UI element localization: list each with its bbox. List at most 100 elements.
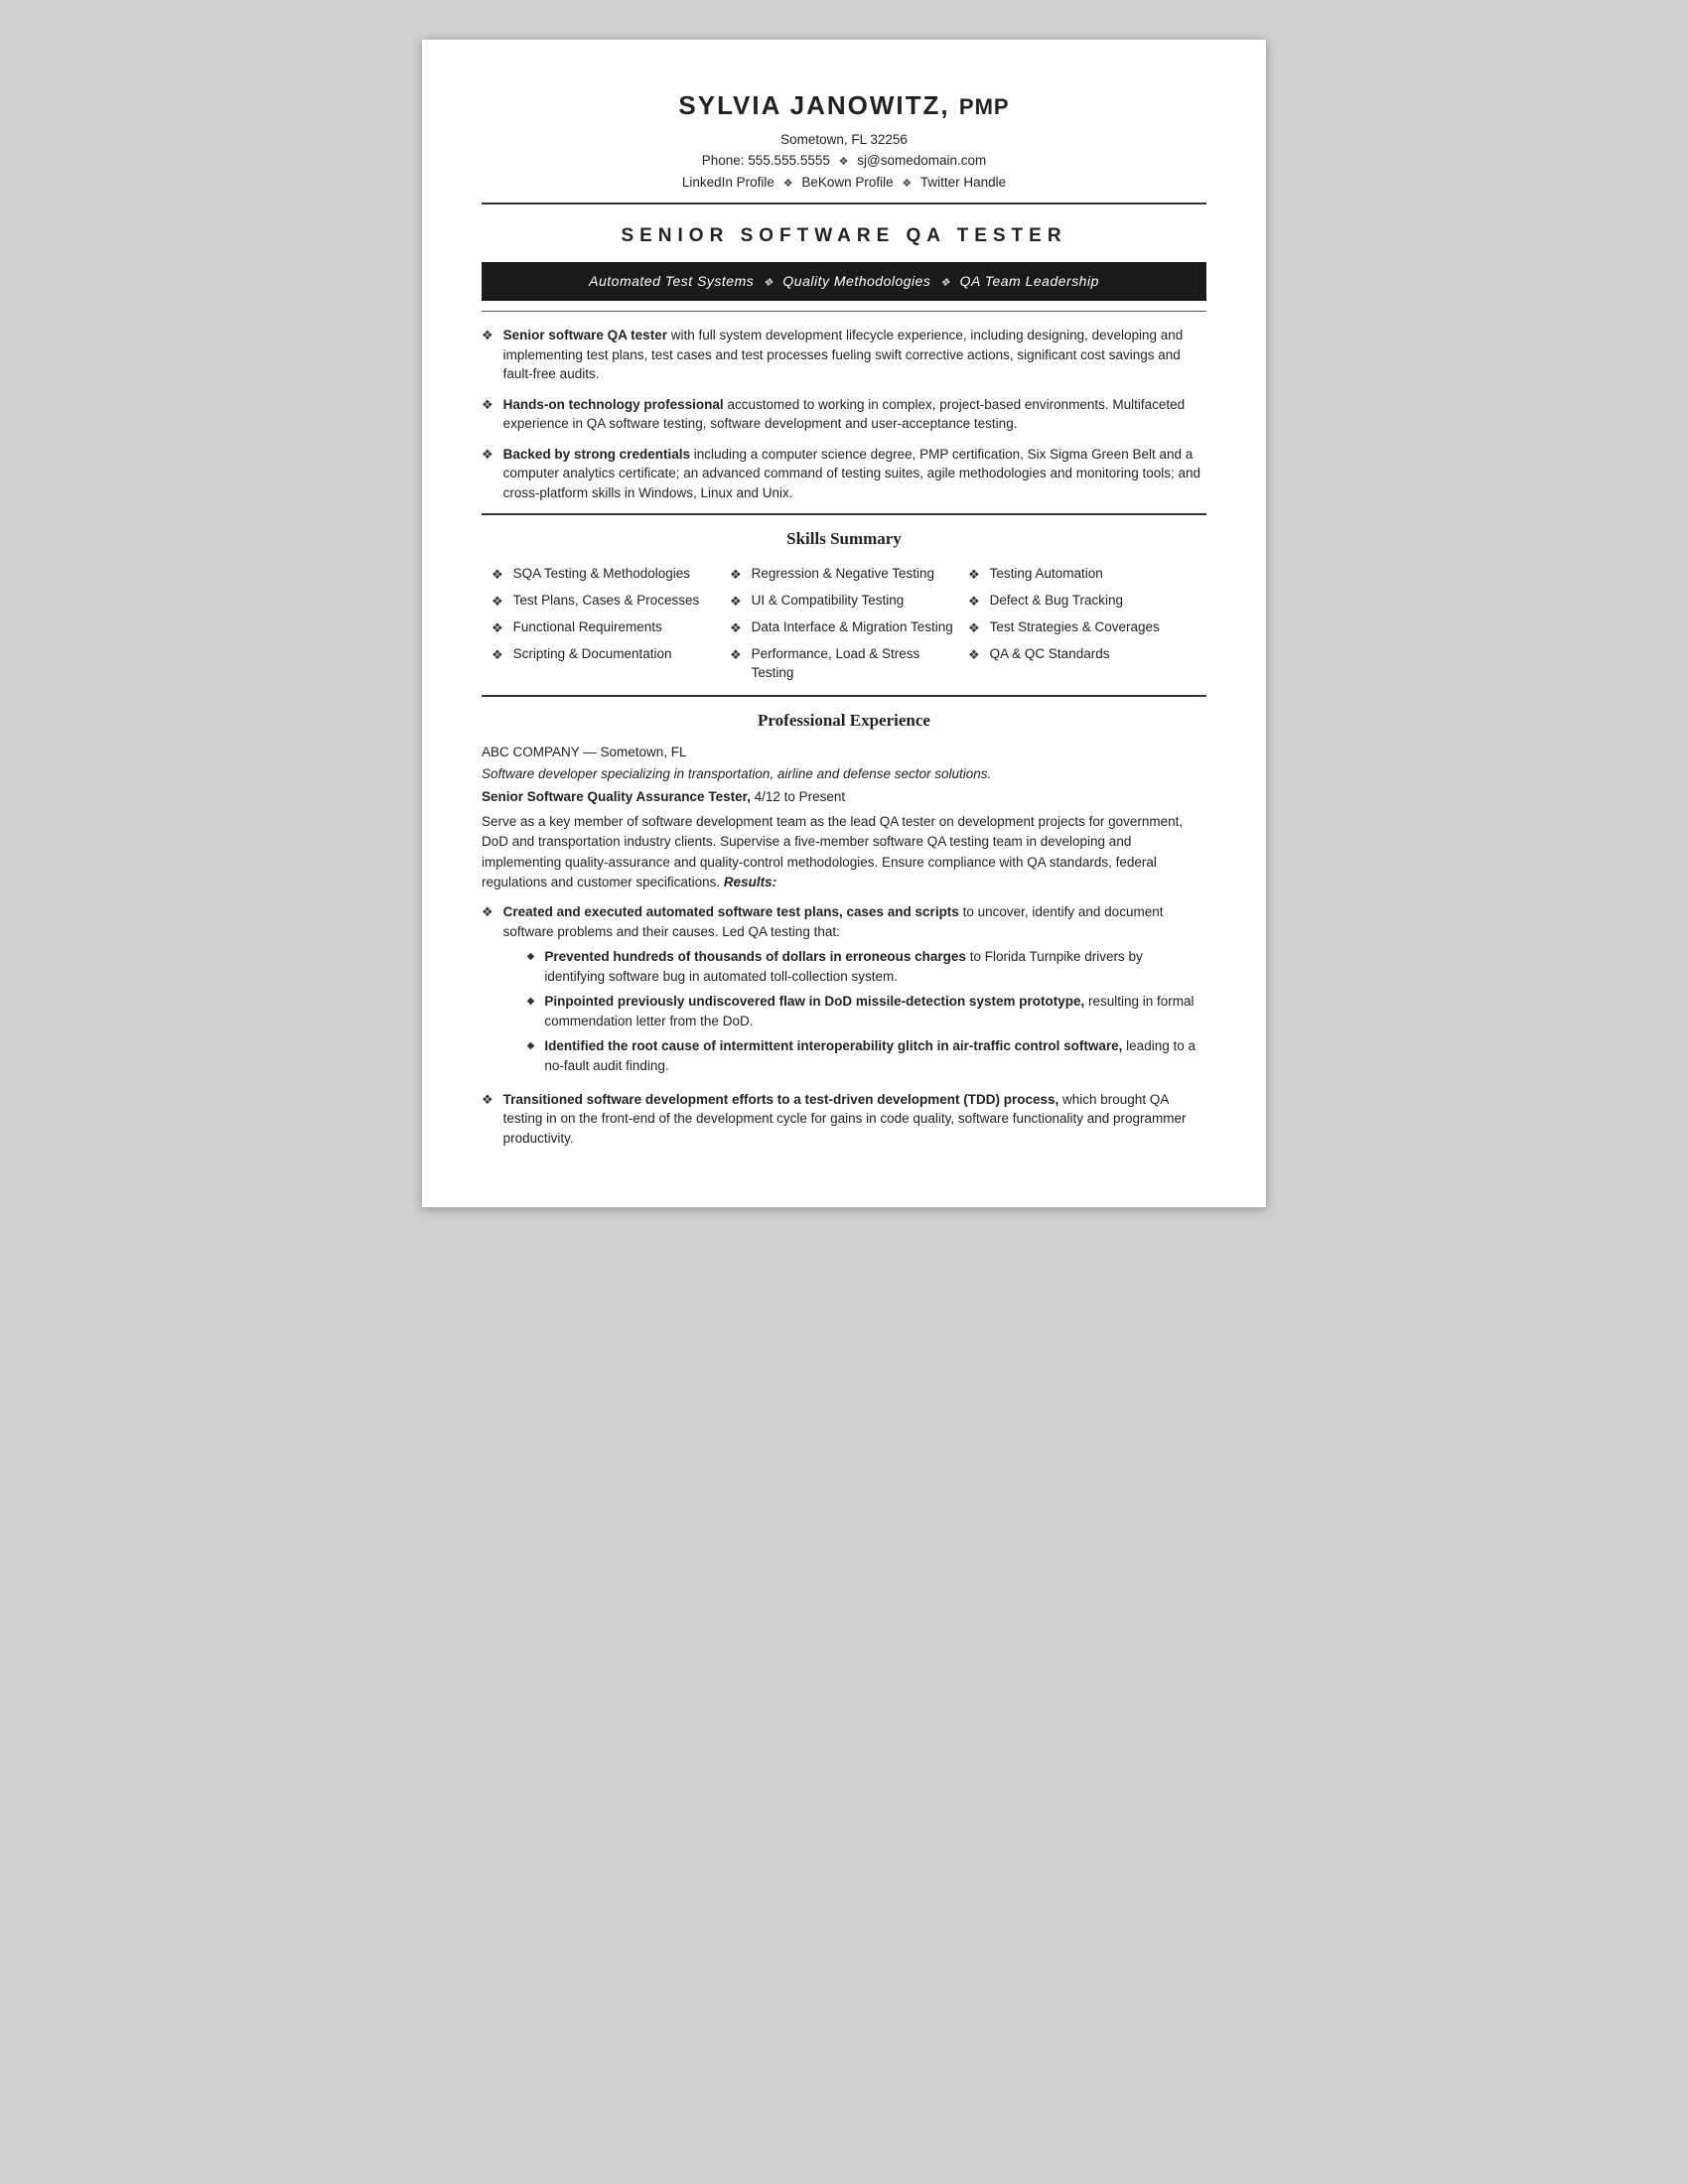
diamond-1: ❖	[839, 154, 849, 172]
diamond-3: ❖	[902, 176, 912, 194]
skill-2-2: ❖ UI & Compatibility Testing	[730, 591, 958, 612]
job-title-line: Senior Software Quality Assurance Tester…	[482, 787, 1206, 807]
sub-diamond-1-2: ◆	[527, 995, 535, 1010]
diamond-2: ❖	[783, 176, 793, 194]
city: Sometown, FL 32256	[780, 132, 908, 147]
skill-2-4: ❖ Performance, Load & Stress Testing	[730, 644, 958, 683]
banner-diamond-2: ❖	[940, 276, 950, 292]
sub-bullet-1-2-bold: Pinpointed previously undiscovered flaw …	[544, 994, 1084, 1009]
skill-label-1-3: Functional Requirements	[513, 617, 662, 637]
exp-bullet-1-text: Created and executed automated software …	[503, 902, 1206, 941]
links-line: LinkedIn Profile ❖ BeKown Profile ❖ Twit…	[482, 172, 1206, 194]
phone-number: 555.555.5555	[748, 153, 830, 168]
exp-bullets: ❖ Created and executed automated softwar…	[482, 902, 1206, 1148]
job-title-heading: SENIOR SOFTWARE QA TESTER	[482, 222, 1206, 250]
sub-bullet-1-1-bold: Prevented hundreds of thousands of dolla…	[544, 949, 966, 964]
summary-text-2: Hands-on technology professional accusto…	[503, 395, 1206, 434]
experience-section: Professional Experience ABC COMPANY — So…	[482, 709, 1206, 1149]
skill-label-1-1: SQA Testing & Methodologies	[513, 564, 690, 584]
exp-bullet-1-content: Created and executed automated software …	[503, 902, 1206, 1082]
skill-label-2-3: Data Interface & Migration Testing	[752, 617, 953, 637]
skill-diamond-1-2: ❖	[492, 593, 503, 612]
banner-divider	[482, 311, 1206, 312]
job-title-block: SENIOR SOFTWARE QA TESTER	[482, 214, 1206, 256]
skill-diamond-2-2: ❖	[730, 593, 742, 612]
skill-3-2: ❖ Defect & Bug Tracking	[968, 591, 1196, 612]
sub-bullet-1-2-content: Pinpointed previously undiscovered flaw …	[544, 992, 1206, 1030]
skill-diamond-2-4: ❖	[730, 646, 742, 665]
skill-diamond-3-4: ❖	[968, 646, 980, 665]
skill-label-3-3: Test Strategies & Coverages	[990, 617, 1160, 637]
company-text: ABC COMPANY — Sometown, FL	[482, 745, 687, 759]
job-description: Serve as a key member of software develo…	[482, 812, 1206, 892]
sub-bullet-1-3-content: Identified the root cause of intermitten…	[544, 1036, 1206, 1075]
skill-diamond-3-1: ❖	[968, 566, 980, 585]
exp-bullet-1-bold: Created and executed automated software …	[503, 904, 959, 919]
exp-bullet-2-bold: Transitioned software development effort…	[503, 1092, 1059, 1107]
skill-label-3-4: QA & QC Standards	[990, 644, 1110, 664]
summary-section: ❖ Senior software QA tester with full sy…	[482, 326, 1206, 503]
experience-heading: Professional Experience	[482, 709, 1206, 734]
skill-3-3: ❖ Test Strategies & Coverages	[968, 617, 1196, 638]
job-title-bold: Senior Software Quality Assurance Tester…	[482, 789, 751, 804]
skill-diamond-1-3: ❖	[492, 619, 503, 638]
summary-diamond-3: ❖	[482, 446, 493, 465]
contact-info: Sometown, FL 32256 Phone: 555.555.5555 ❖…	[482, 129, 1206, 194]
sub-bullets-1: ◆ Prevented hundreds of thousands of dol…	[527, 947, 1206, 1075]
skill-1-2: ❖ Test Plans, Cases & Processes	[492, 591, 720, 612]
banner-item-1: Automated Test Systems	[589, 273, 754, 289]
summary-bullet-3: ❖ Backed by strong credentials including…	[482, 445, 1206, 503]
sub-bullet-1-2: ◆ Pinpointed previously undiscovered fla…	[527, 992, 1206, 1030]
skill-diamond-3-3: ❖	[968, 619, 980, 638]
header-divider-top	[482, 203, 1206, 205]
sub-bullet-1-3: ◆ Identified the root cause of intermitt…	[527, 1036, 1206, 1075]
skill-label-3-1: Testing Automation	[990, 564, 1103, 584]
city-line: Sometown, FL 32256	[482, 129, 1206, 151]
summary-diamond-2: ❖	[482, 396, 493, 415]
summary-bullet-1: ❖ Senior software QA tester with full sy…	[482, 326, 1206, 384]
phone-line: Phone: 555.555.5555 ❖ sj@somedomain.com	[482, 150, 1206, 172]
beknown-link[interactable]: BeKown Profile	[801, 175, 893, 190]
skill-1-3: ❖ Functional Requirements	[492, 617, 720, 638]
twitter-link[interactable]: Twitter Handle	[920, 175, 1006, 190]
banner-item-3: QA Team Leadership	[960, 273, 1099, 289]
resume-page: SYLVIA JANOWITZ, PMP Sometown, FL 32256 …	[422, 40, 1266, 1207]
skills-divider	[482, 695, 1206, 697]
sub-diamond-1-1: ◆	[527, 950, 535, 965]
email: sj@somedomain.com	[857, 153, 986, 168]
exp-bullet-2: ❖ Transitioned software development effo…	[482, 1090, 1206, 1149]
linkedin-link[interactable]: LinkedIn Profile	[682, 175, 774, 190]
sub-bullet-1-3-bold: Identified the root cause of intermitten…	[544, 1038, 1122, 1053]
skill-label-1-4: Scripting & Documentation	[513, 644, 672, 664]
skill-diamond-2-3: ❖	[730, 619, 742, 638]
summary-bold-3: Backed by strong credentials	[503, 447, 690, 462]
banner-item-2: Quality Methodologies	[782, 273, 930, 289]
skills-grid: ❖ SQA Testing & Methodologies ❖ Test Pla…	[482, 564, 1206, 683]
skill-label-2-4: Performance, Load & Stress Testing	[752, 644, 958, 683]
skill-3-4: ❖ QA & QC Standards	[968, 644, 1196, 665]
skill-label-2-1: Regression & Negative Testing	[752, 564, 934, 584]
skill-3-1: ❖ Testing Automation	[968, 564, 1196, 585]
exp-diamond-1: ❖	[482, 903, 493, 922]
skills-heading: Skills Summary	[482, 527, 1206, 552]
name-text: SYLVIA JANOWITZ,	[678, 90, 949, 120]
job-title-date: 4/12 to Present	[751, 789, 845, 804]
banner-section: Automated Test Systems ❖ Quality Methodo…	[482, 262, 1206, 301]
skill-diamond-2-1: ❖	[730, 566, 742, 585]
summary-diamond-1: ❖	[482, 327, 493, 345]
exp-diamond-2: ❖	[482, 1091, 493, 1110]
skill-diamond-3-2: ❖	[968, 593, 980, 612]
company-tagline: Software developer specializing in trans…	[482, 764, 1206, 784]
banner-diamond-1: ❖	[764, 276, 774, 292]
skill-label-1-2: Test Plans, Cases & Processes	[513, 591, 700, 611]
results-label: Results:	[724, 875, 776, 889]
skill-diamond-1-4: ❖	[492, 646, 503, 665]
skill-label-3-2: Defect & Bug Tracking	[990, 591, 1123, 611]
skill-1-1: ❖ SQA Testing & Methodologies	[492, 564, 720, 585]
skill-2-3: ❖ Data Interface & Migration Testing	[730, 617, 958, 638]
summary-bullet-2: ❖ Hands-on technology professional accus…	[482, 395, 1206, 434]
skills-col-1: ❖ SQA Testing & Methodologies ❖ Test Pla…	[492, 564, 720, 683]
skill-2-1: ❖ Regression & Negative Testing	[730, 564, 958, 585]
skills-col-2: ❖ Regression & Negative Testing ❖ UI & C…	[730, 564, 958, 683]
skills-col-3: ❖ Testing Automation ❖ Defect & Bug Trac…	[968, 564, 1196, 683]
